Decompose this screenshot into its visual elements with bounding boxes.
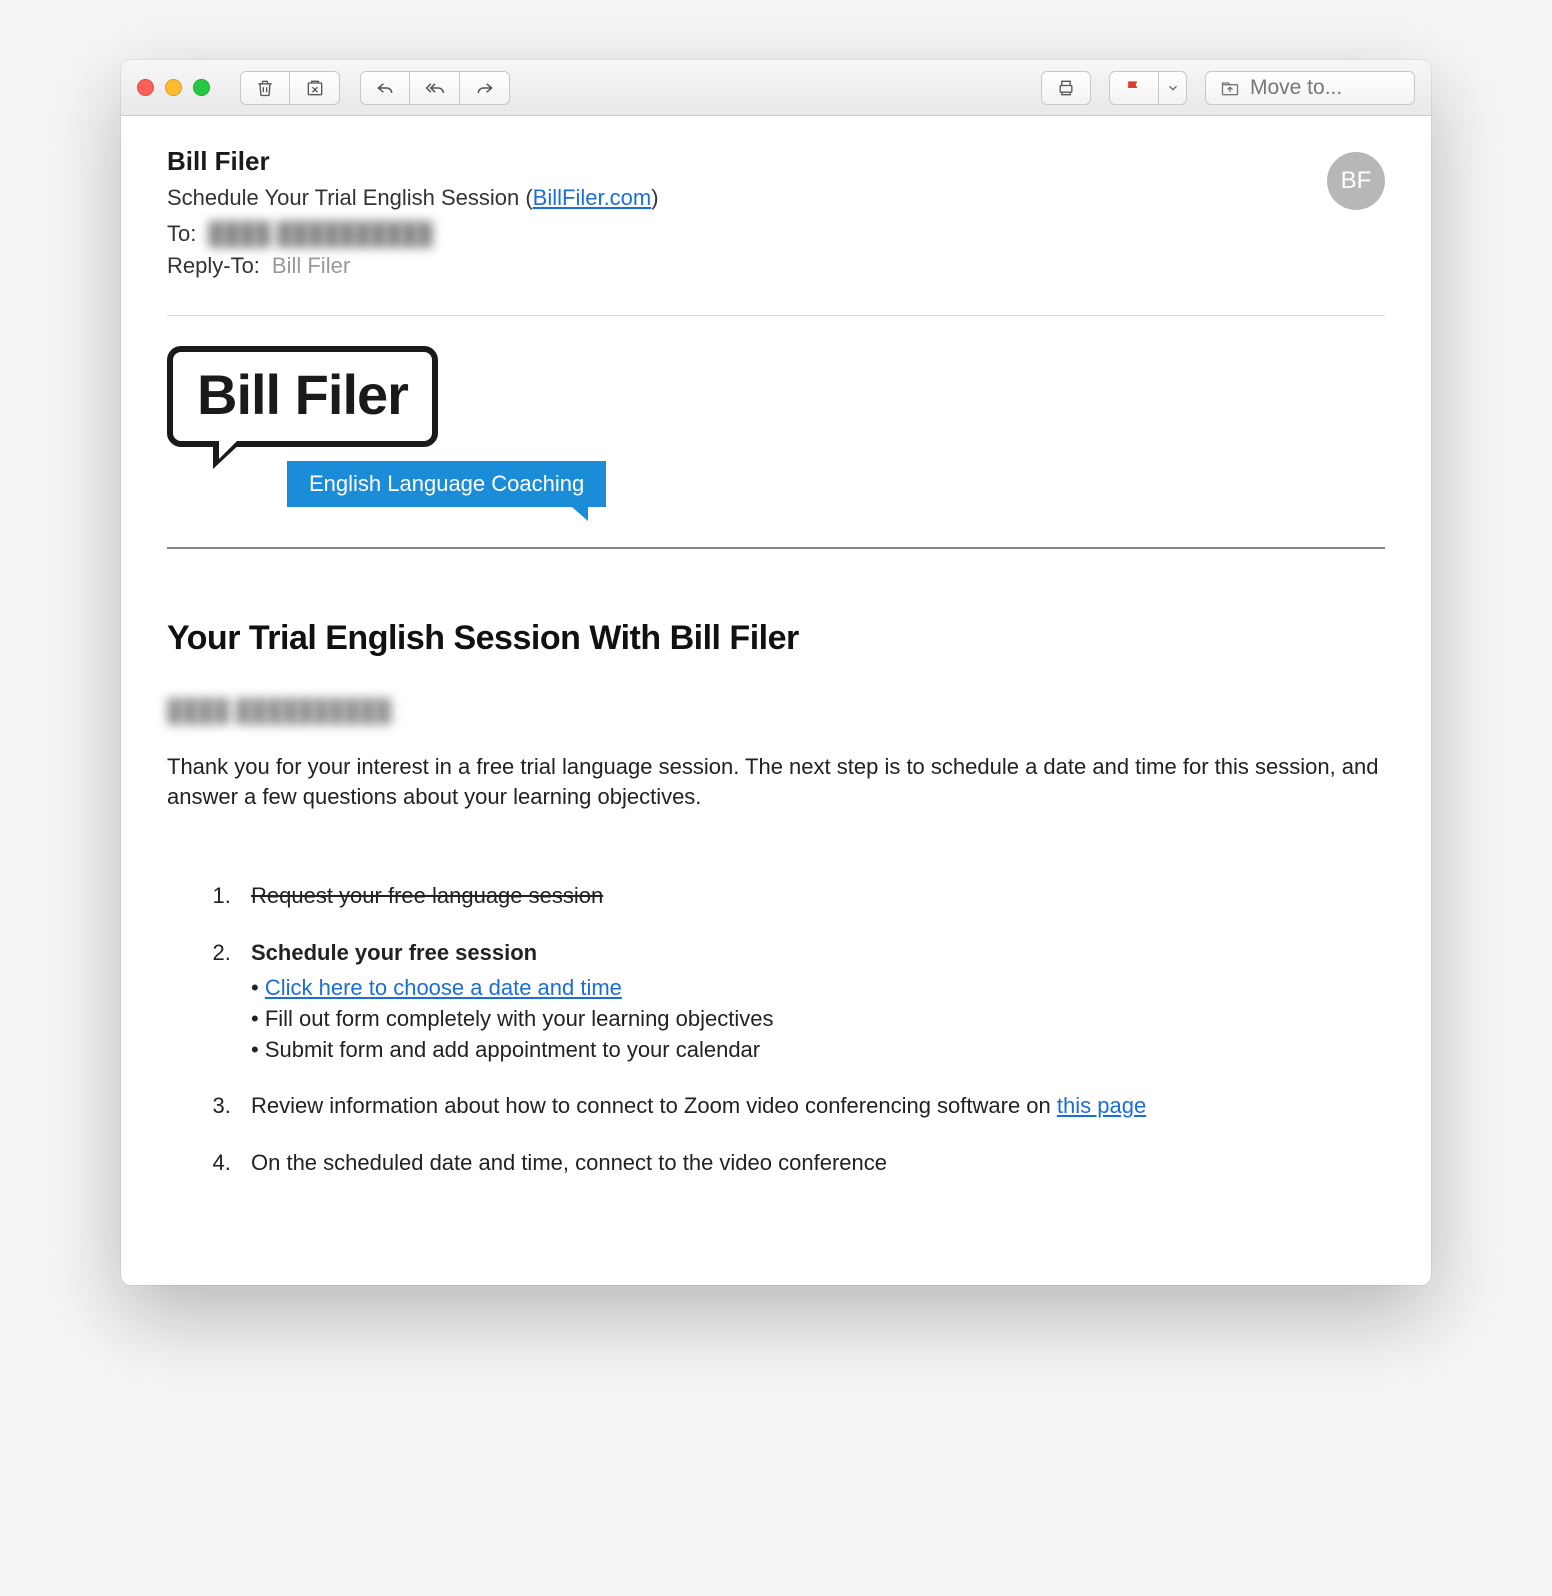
print-group: [1041, 71, 1091, 105]
close-window-button[interactable]: [137, 79, 154, 96]
subject-link[interactable]: BillFiler.com: [533, 185, 652, 210]
zoom-info-link[interactable]: this page: [1057, 1093, 1146, 1118]
message-body: Bill Filer English Language Coaching You…: [121, 316, 1431, 1285]
logo-name: Bill Filer: [197, 362, 408, 427]
body-divider: [167, 547, 1385, 549]
print-button[interactable]: [1041, 71, 1091, 105]
subject-line: Schedule Your Trial English Session (Bil…: [167, 185, 1385, 211]
mail-window: Move to... Bill Filer Schedule Your Tria…: [121, 60, 1431, 1285]
junk-button[interactable]: [290, 71, 340, 105]
step-1-text: Request your free language session: [251, 883, 603, 908]
schedule-link[interactable]: Click here to choose a date and time: [265, 975, 622, 1000]
body-title: Your Trial English Session With Bill Fil…: [167, 619, 1385, 658]
step-2-sublist: Click here to choose a date and time Fil…: [251, 973, 1385, 1065]
flag-icon: [1124, 78, 1144, 98]
step-3-prefix: Review information about how to connect …: [251, 1093, 1057, 1118]
sender-avatar[interactable]: BF: [1327, 152, 1385, 210]
reply-all-icon: [425, 78, 445, 98]
flag-menu-button[interactable]: [1159, 71, 1187, 105]
greeting-redacted: ████ ██████████: [167, 698, 391, 724]
delete-button[interactable]: [240, 71, 290, 105]
logo-tagline: English Language Coaching: [287, 461, 606, 507]
junk-icon: [305, 78, 325, 98]
window-titlebar: Move to...: [121, 60, 1431, 116]
brand-logo: Bill Filer English Language Coaching: [167, 346, 1385, 507]
replyto-label: Reply-To:: [167, 253, 260, 279]
flag-button[interactable]: [1109, 71, 1159, 105]
subject-prefix: Schedule Your Trial English Session (: [167, 185, 533, 210]
minimize-window-button[interactable]: [165, 79, 182, 96]
forward-icon: [475, 78, 495, 98]
print-icon: [1056, 78, 1076, 98]
reply-button[interactable]: [360, 71, 410, 105]
reply-all-button[interactable]: [410, 71, 460, 105]
steps-list: Request your free language session Sched…: [167, 881, 1385, 1179]
step-2a: Click here to choose a date and time: [251, 973, 1385, 1004]
to-row: To: ████ ██████████: [167, 221, 1385, 247]
chevron-down-icon: [1166, 81, 1180, 95]
delete-group: [240, 71, 340, 105]
flag-group: [1109, 71, 1187, 105]
trash-icon: [255, 78, 275, 98]
replyto-row: Reply-To: Bill Filer: [167, 253, 1385, 279]
window-controls: [137, 79, 210, 96]
zoom-window-button[interactable]: [193, 79, 210, 96]
to-label: To:: [167, 221, 196, 247]
to-value: ████ ██████████: [208, 221, 432, 247]
message-header: Bill Filer Schedule Your Trial English S…: [121, 116, 1431, 297]
step-2b: Fill out form completely with your learn…: [251, 1004, 1385, 1035]
step-2: Schedule your free session Click here to…: [237, 938, 1385, 1065]
bubble-tail-icon: [213, 441, 243, 469]
step-1: Request your free language session: [237, 881, 1385, 912]
sender-name: Bill Filer: [167, 146, 1385, 177]
move-to-button[interactable]: Move to...: [1205, 71, 1415, 105]
intro-paragraph: Thank you for your interest in a free tr…: [167, 752, 1385, 811]
subject-suffix: ): [651, 185, 658, 210]
move-icon: [1220, 78, 1240, 98]
forward-button[interactable]: [460, 71, 510, 105]
reply-group: [360, 71, 510, 105]
step-3: Review information about how to connect …: [237, 1091, 1385, 1122]
move-to-label: Move to...: [1250, 76, 1342, 100]
logo-bubble: Bill Filer: [167, 346, 438, 447]
step-2c: Submit form and add appointment to your …: [251, 1035, 1385, 1066]
reply-icon: [375, 78, 395, 98]
step-4: On the scheduled date and time, connect …: [237, 1148, 1385, 1179]
replyto-value: Bill Filer: [272, 253, 350, 279]
step-2-title: Schedule your free session: [251, 940, 537, 965]
